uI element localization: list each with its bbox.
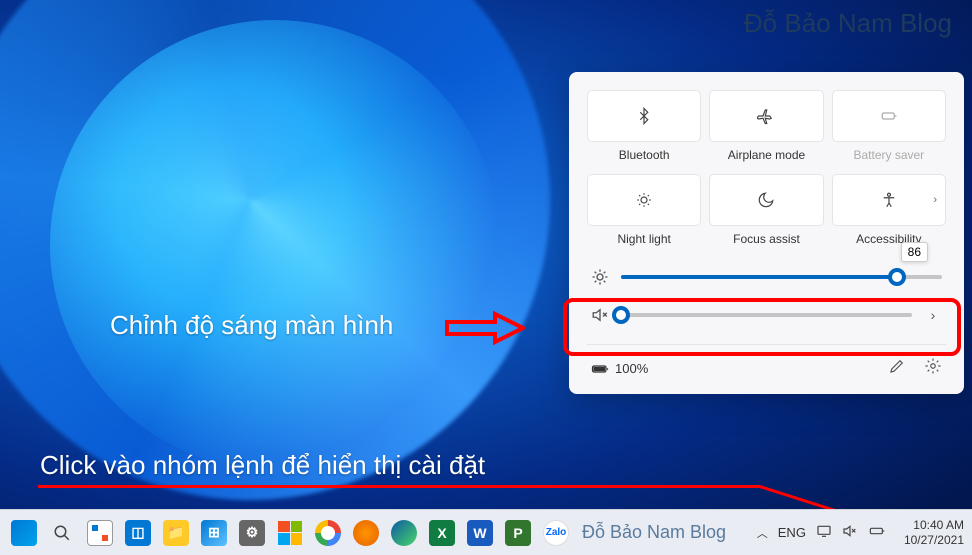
battery-saver-label: Battery saver [832,148,946,162]
tray-volume-icon[interactable] [842,523,858,542]
firefox-icon [353,520,379,546]
tray-overflow-button[interactable]: ︿ [757,525,768,541]
airplane-label: Airplane mode [709,148,823,162]
accessibility-icon [880,191,898,209]
battery-saver-icon [880,107,898,125]
volume-expand-icon[interactable]: › [924,307,942,323]
pencil-icon [888,357,906,375]
chrome-button[interactable] [312,517,344,549]
brightness-tooltip: 86 [901,242,928,262]
night-light-label: Night light [587,232,701,246]
taskbar: ◫ 📁 ⊞ ⚙ X W P Zalo Đỗ Bảo Nam Blog ︿ ENG… [0,509,972,555]
clock-date: 10/27/2021 [904,533,964,547]
task-view-icon [87,520,113,546]
night-light-icon [635,191,653,209]
brightness-slider-row [587,258,946,296]
settings-app-button[interactable]: ⚙ [236,517,268,549]
tray-battery-icon[interactable] [868,523,886,542]
night-light-tile[interactable] [587,174,701,226]
search-button[interactable] [46,517,78,549]
chrome-icon [315,520,341,546]
excel-button[interactable]: X [426,517,458,549]
tray-display-icon[interactable] [816,523,832,542]
taskbar-apps: ◫ 📁 ⊞ ⚙ X W P Zalo [8,517,572,549]
quick-settings-footer: 100% [587,344,946,380]
bluetooth-label: Bluetooth [587,148,701,162]
language-indicator[interactable]: ENG [778,525,806,540]
firefox-button[interactable] [350,517,382,549]
taskbar-text: Đỗ Bảo Nam Blog [582,522,726,543]
accessibility-label: Accessibility [832,232,946,246]
brightness-icon [591,268,609,286]
word-icon: W [467,520,493,546]
annotation-underline [38,485,758,488]
explorer-button[interactable]: 📁 [160,517,192,549]
word-button[interactable]: W [464,517,496,549]
airplane-icon [757,107,775,125]
battery-percent: 100% [615,361,648,376]
office-icon [278,521,302,545]
widgets-icon: ◫ [125,520,151,546]
edge-button[interactable] [388,517,420,549]
windows-icon [11,520,37,546]
focus-assist-tile[interactable] [709,174,823,226]
start-button[interactable] [8,517,40,549]
project-icon: P [505,520,531,546]
excel-icon: X [429,520,455,546]
task-view-button[interactable] [84,517,116,549]
settings-button[interactable] [924,357,942,380]
volume-slider-row: › [587,296,946,334]
focus-assist-icon [757,191,775,209]
battery-icon [591,360,609,378]
annotation-brightness: Chỉnh độ sáng màn hình [110,310,393,341]
airplane-tile[interactable] [709,90,823,142]
annotation-click-group: Click vào nhóm lệnh để hiển thị cài đặt [40,450,485,481]
search-icon [53,524,71,542]
system-tray: ︿ ENG 10:40 AM 10/27/2021 [757,518,964,547]
volume-slider-thumb[interactable] [612,306,630,324]
bluetooth-tile[interactable] [587,90,701,142]
watermark-text: Đỗ Bảo Nam Blog [744,8,952,39]
gear-app-icon: ⚙ [239,520,265,546]
zalo-button[interactable]: Zalo [540,517,572,549]
chevron-right-icon: › [933,194,937,206]
brightness-slider-thumb[interactable] [888,268,906,286]
volume-mute-icon [591,306,609,324]
project-button[interactable]: P [502,517,534,549]
edge-icon [391,520,417,546]
zalo-icon: Zalo [543,520,569,546]
edit-button[interactable] [888,357,906,380]
battery-saver-tile [832,90,946,142]
taskbar-clock[interactable]: 10:40 AM 10/27/2021 [904,518,964,547]
gear-icon [924,357,942,375]
folder-icon: 📁 [163,520,189,546]
volume-slider[interactable] [621,313,912,317]
arrow-annotation [445,310,525,346]
bluetooth-icon [635,107,653,125]
office-button[interactable] [274,517,306,549]
accessibility-tile[interactable]: › [832,174,946,226]
focus-assist-label: Focus assist [709,232,823,246]
widgets-button[interactable]: ◫ [122,517,154,549]
brightness-slider[interactable] [621,275,942,279]
clock-time: 10:40 AM [904,518,964,532]
store-button[interactable]: ⊞ [198,517,230,549]
battery-status[interactable]: 100% [591,352,648,378]
store-icon: ⊞ [201,520,227,546]
quick-settings-panel: Bluetooth Airplane mode Battery saver Ni… [569,72,964,394]
